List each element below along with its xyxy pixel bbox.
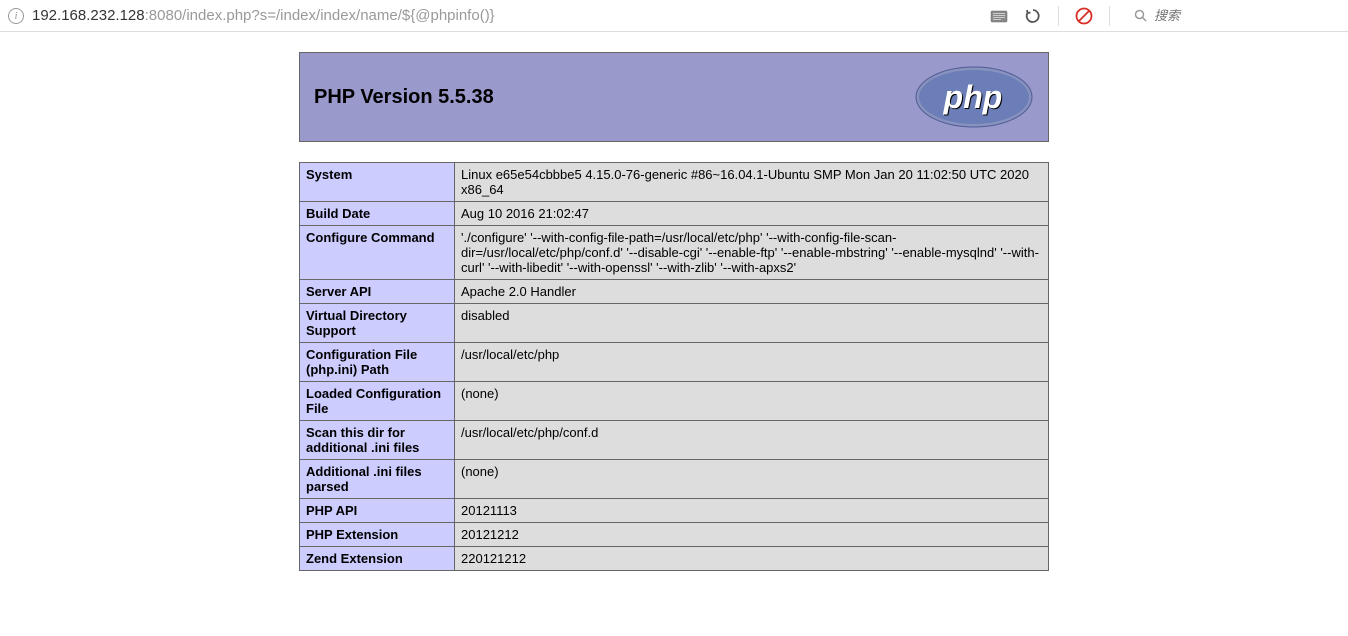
row-value: 20121113 [455, 499, 1049, 523]
row-value: 20121212 [455, 523, 1049, 547]
search-input[interactable] [1154, 8, 1332, 23]
table-row: Zend Extension220121212 [300, 547, 1049, 571]
svg-text:php: php [943, 79, 1003, 115]
row-label: Loaded Configuration File [300, 382, 455, 421]
row-value: (none) [455, 460, 1049, 499]
phpinfo-header: PHP Version 5.5.38 php php [299, 52, 1049, 142]
reload-icon[interactable] [1024, 7, 1042, 25]
table-row: PHP API20121113 [300, 499, 1049, 523]
row-label: Build Date [300, 202, 455, 226]
table-row: Configuration File (php.ini) Path/usr/lo… [300, 343, 1049, 382]
row-value: './configure' '--with-config-file-path=/… [455, 226, 1049, 280]
row-value: (none) [455, 382, 1049, 421]
php-logo-icon: php php [914, 65, 1034, 129]
table-row: PHP Extension20121212 [300, 523, 1049, 547]
reader-icon[interactable] [990, 7, 1008, 25]
page-content: PHP Version 5.5.38 php php SystemLinux e… [0, 32, 1348, 571]
row-label: Additional .ini files parsed [300, 460, 455, 499]
info-icon[interactable]: i [8, 8, 24, 24]
url-path: /index.php?s=/index/index/name/${@phpinf… [182, 7, 495, 24]
phpinfo-container: PHP Version 5.5.38 php php SystemLinux e… [299, 52, 1049, 571]
toolbar-icons [990, 6, 1340, 26]
table-row: Virtual Directory Supportdisabled [300, 304, 1049, 343]
row-label: PHP Extension [300, 523, 455, 547]
row-label: Scan this dir for additional .ini files [300, 421, 455, 460]
separator [1058, 6, 1059, 26]
row-label: Server API [300, 280, 455, 304]
url-bar[interactable]: 192.168.232.128:8080/index.php?s=/index/… [32, 7, 982, 24]
row-value: Aug 10 2016 21:02:47 [455, 202, 1049, 226]
row-value: Apache 2.0 Handler [455, 280, 1049, 304]
search-box[interactable] [1126, 6, 1340, 25]
table-row: Loaded Configuration File(none) [300, 382, 1049, 421]
table-row: Scan this dir for additional .ini files/… [300, 421, 1049, 460]
browser-toolbar: i 192.168.232.128:8080/index.php?s=/inde… [0, 0, 1348, 32]
table-row: Additional .ini files parsed(none) [300, 460, 1049, 499]
phpinfo-table: SystemLinux e65e54cbbbe5 4.15.0-76-gener… [299, 162, 1049, 571]
row-label: Configuration File (php.ini) Path [300, 343, 455, 382]
php-version-title: PHP Version 5.5.38 [314, 86, 494, 109]
table-row: Server APIApache 2.0 Handler [300, 280, 1049, 304]
search-icon [1134, 9, 1148, 23]
table-row: SystemLinux e65e54cbbbe5 4.15.0-76-gener… [300, 163, 1049, 202]
row-label: PHP API [300, 499, 455, 523]
separator [1109, 6, 1110, 26]
url-host: 192.168.232.128 [32, 7, 145, 24]
table-row: Build DateAug 10 2016 21:02:47 [300, 202, 1049, 226]
table-row: Configure Command'./configure' '--with-c… [300, 226, 1049, 280]
row-label: Virtual Directory Support [300, 304, 455, 343]
row-value: Linux e65e54cbbbe5 4.15.0-76-generic #86… [455, 163, 1049, 202]
row-value: /usr/local/etc/php/conf.d [455, 421, 1049, 460]
row-label: System [300, 163, 455, 202]
row-value: disabled [455, 304, 1049, 343]
url-port: :8080 [145, 7, 183, 24]
row-label: Configure Command [300, 226, 455, 280]
row-value: /usr/local/etc/php [455, 343, 1049, 382]
row-label: Zend Extension [300, 547, 455, 571]
row-value: 220121212 [455, 547, 1049, 571]
block-icon[interactable] [1075, 7, 1093, 25]
